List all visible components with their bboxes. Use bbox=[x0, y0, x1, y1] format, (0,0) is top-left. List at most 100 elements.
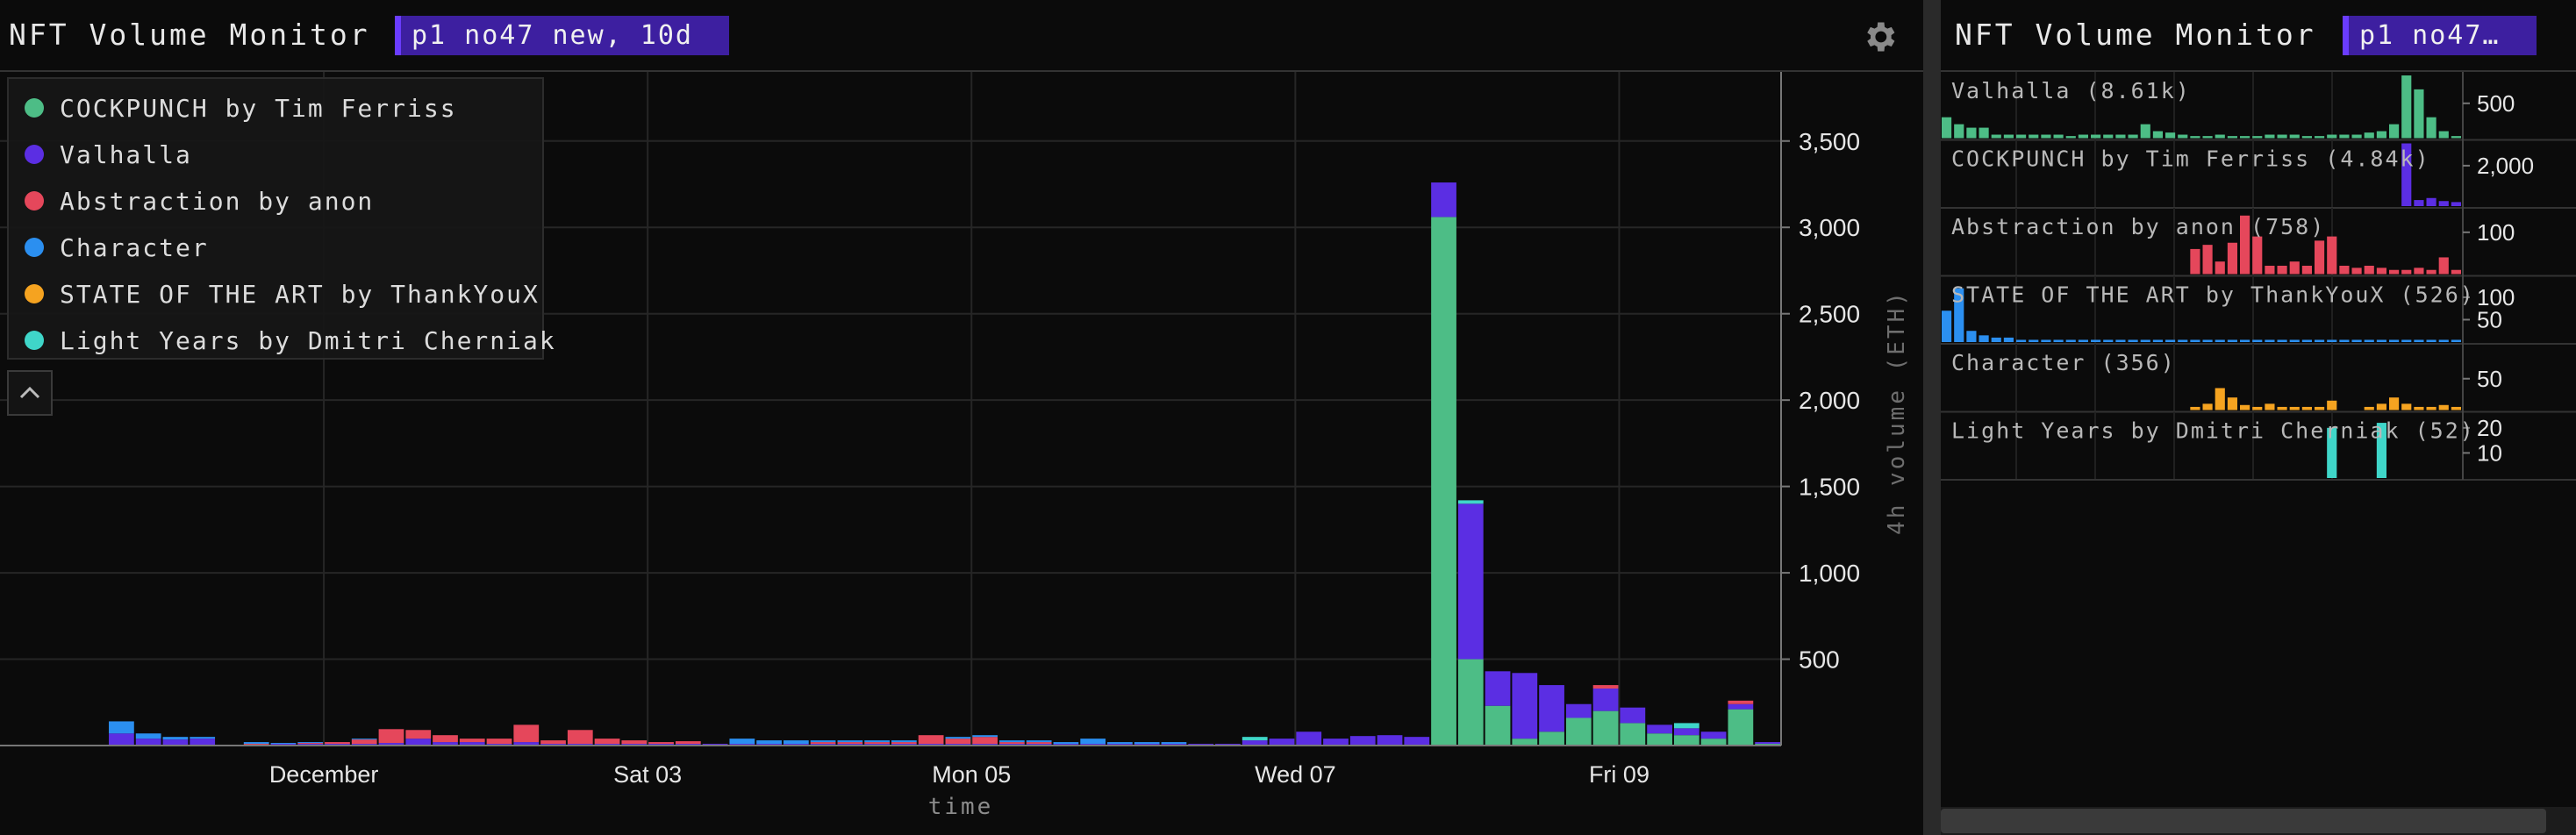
mini-bar[interactable] bbox=[2339, 134, 2350, 139]
stacked-bar-segment[interactable] bbox=[270, 743, 297, 745]
mini-bar[interactable] bbox=[2202, 403, 2213, 410]
mini-bar[interactable] bbox=[2215, 261, 2225, 275]
mini-bar[interactable] bbox=[2376, 403, 2386, 410]
mini-bar[interactable] bbox=[2451, 339, 2461, 342]
stacked-bar-segment[interactable] bbox=[513, 724, 540, 743]
mini-bar[interactable] bbox=[2140, 124, 2150, 139]
mini-bar[interactable] bbox=[2389, 339, 2400, 342]
mini-bar[interactable] bbox=[2401, 403, 2412, 410]
legend-item-abstraction[interactable]: Abstraction by anon bbox=[18, 179, 374, 223]
mini-bar[interactable] bbox=[2376, 131, 2386, 139]
mini-bar[interactable] bbox=[2277, 406, 2287, 410]
mini-bar[interactable] bbox=[2016, 339, 2027, 342]
stacked-bar-segment[interactable] bbox=[1728, 703, 1754, 710]
mini-bar[interactable] bbox=[2351, 339, 2362, 342]
mini-bar[interactable] bbox=[2115, 134, 2126, 139]
stacked-bar-segment[interactable] bbox=[1512, 673, 1538, 739]
stacked-bar-segment[interactable] bbox=[594, 739, 620, 745]
scrollbar-thumb[interactable] bbox=[1941, 809, 2546, 833]
stacked-bar-segment[interactable] bbox=[1673, 728, 1699, 736]
mini-bar[interactable] bbox=[1966, 331, 1977, 342]
mini-bar[interactable] bbox=[2078, 134, 2088, 139]
stacked-bar-segment[interactable] bbox=[621, 740, 648, 745]
stacked-bar-segment[interactable] bbox=[109, 721, 134, 734]
mini-bar[interactable] bbox=[2029, 339, 2039, 342]
mini-bar[interactable] bbox=[2053, 339, 2064, 342]
mini-bar[interactable] bbox=[2426, 269, 2436, 275]
mini-bar[interactable] bbox=[2016, 134, 2027, 139]
stacked-bar-segment[interactable] bbox=[1700, 732, 1727, 739]
mini-bar[interactable] bbox=[1991, 134, 2001, 139]
stacked-bar-segment[interactable] bbox=[1404, 737, 1430, 746]
stacked-bar-segment[interactable] bbox=[325, 742, 350, 745]
stacked-bar-segment[interactable] bbox=[378, 729, 404, 744]
stacked-bar-segment[interactable] bbox=[1457, 503, 1484, 660]
mini-bar[interactable] bbox=[2252, 406, 2263, 410]
mini-bar[interactable] bbox=[2414, 200, 2424, 206]
stacked-bar-segment[interactable] bbox=[1323, 739, 1349, 746]
stacked-bar-segment[interactable] bbox=[1134, 742, 1160, 745]
stacked-bar-segment[interactable] bbox=[810, 740, 836, 743]
mini-bar[interactable] bbox=[2265, 265, 2275, 275]
mini-bar[interactable] bbox=[2190, 136, 2200, 139]
mini-bar[interactable] bbox=[2029, 134, 2039, 139]
mini-bar[interactable] bbox=[2327, 400, 2337, 410]
mini-bar[interactable] bbox=[2289, 406, 2300, 410]
stacked-bar-segment[interactable] bbox=[1107, 742, 1133, 745]
mini-bar[interactable] bbox=[2152, 339, 2163, 342]
mini-bar[interactable] bbox=[2389, 124, 2400, 139]
stacked-bar-segment[interactable] bbox=[1269, 739, 1295, 746]
mini-bar[interactable] bbox=[2327, 134, 2337, 139]
stacked-bar-segment[interactable] bbox=[648, 742, 674, 745]
mini-bar[interactable] bbox=[2128, 134, 2138, 139]
mini-bar[interactable] bbox=[2165, 132, 2176, 139]
mini-bar[interactable] bbox=[2364, 406, 2374, 410]
mini-bar[interactable] bbox=[2438, 201, 2449, 206]
mini-bar[interactable] bbox=[2438, 131, 2449, 139]
stacked-bar-segment[interactable] bbox=[1080, 739, 1106, 745]
mini-bar[interactable] bbox=[2178, 134, 2188, 139]
mini-bar[interactable] bbox=[2426, 197, 2436, 206]
stacked-bar-segment[interactable] bbox=[405, 730, 432, 739]
mini-bar[interactable] bbox=[2426, 406, 2436, 410]
mini-bar[interactable] bbox=[2401, 269, 2412, 275]
stacked-bar-segment[interactable] bbox=[810, 742, 836, 745]
mini-bar[interactable] bbox=[2315, 339, 2325, 342]
mini-bar[interactable] bbox=[2351, 268, 2362, 275]
mini-bar[interactable] bbox=[2190, 406, 2200, 410]
mini-bar[interactable] bbox=[2364, 265, 2374, 275]
mini-bar[interactable] bbox=[2078, 339, 2088, 342]
stacked-bar-segment[interactable] bbox=[1431, 182, 1456, 218]
stacked-bar-segment[interactable] bbox=[1026, 740, 1052, 743]
stacked-bar-segment[interactable] bbox=[459, 739, 485, 743]
mini-bar[interactable] bbox=[2277, 265, 2287, 275]
mini-bar[interactable] bbox=[2003, 337, 2014, 342]
stacked-bar-segment[interactable] bbox=[1565, 703, 1592, 718]
mini-bar[interactable] bbox=[2003, 134, 2014, 139]
mini-bar[interactable] bbox=[2451, 406, 2461, 410]
stacked-bar-segment[interactable] bbox=[1673, 723, 1699, 729]
stacked-bar-segment[interactable] bbox=[486, 739, 512, 745]
mini-bar[interactable] bbox=[2165, 339, 2176, 342]
mini-bar[interactable] bbox=[2190, 339, 2200, 342]
stacked-bar-segment[interactable] bbox=[999, 742, 1025, 745]
mini-bar[interactable] bbox=[2414, 268, 2424, 275]
stacked-bar-segment[interactable] bbox=[1539, 685, 1564, 732]
mini-bar[interactable] bbox=[2227, 397, 2237, 410]
stacked-bar-segment[interactable] bbox=[837, 742, 863, 745]
legend-item-cockpunch[interactable]: COCKPUNCH by Tim Ferriss bbox=[18, 86, 457, 130]
mini-bar[interactable] bbox=[2252, 339, 2263, 342]
mini-bar[interactable] bbox=[2301, 136, 2312, 139]
stacked-bar-segment[interactable] bbox=[972, 735, 998, 738]
stacked-bar-segment[interactable] bbox=[918, 735, 944, 745]
stacked-bar-segment[interactable] bbox=[540, 740, 566, 745]
mini-bar[interactable] bbox=[2438, 339, 2449, 342]
mini-bar[interactable] bbox=[2041, 134, 2051, 139]
stacked-bar-segment[interactable] bbox=[351, 739, 377, 745]
stacked-bar-segment[interactable] bbox=[1485, 705, 1511, 746]
stacked-bar-segment[interactable] bbox=[135, 733, 161, 739]
mini-bar[interactable] bbox=[2289, 261, 2300, 275]
stacked-bar-segment[interactable] bbox=[972, 737, 998, 745]
mini-bar[interactable] bbox=[2215, 339, 2225, 342]
mini-bar[interactable] bbox=[2190, 248, 2200, 275]
